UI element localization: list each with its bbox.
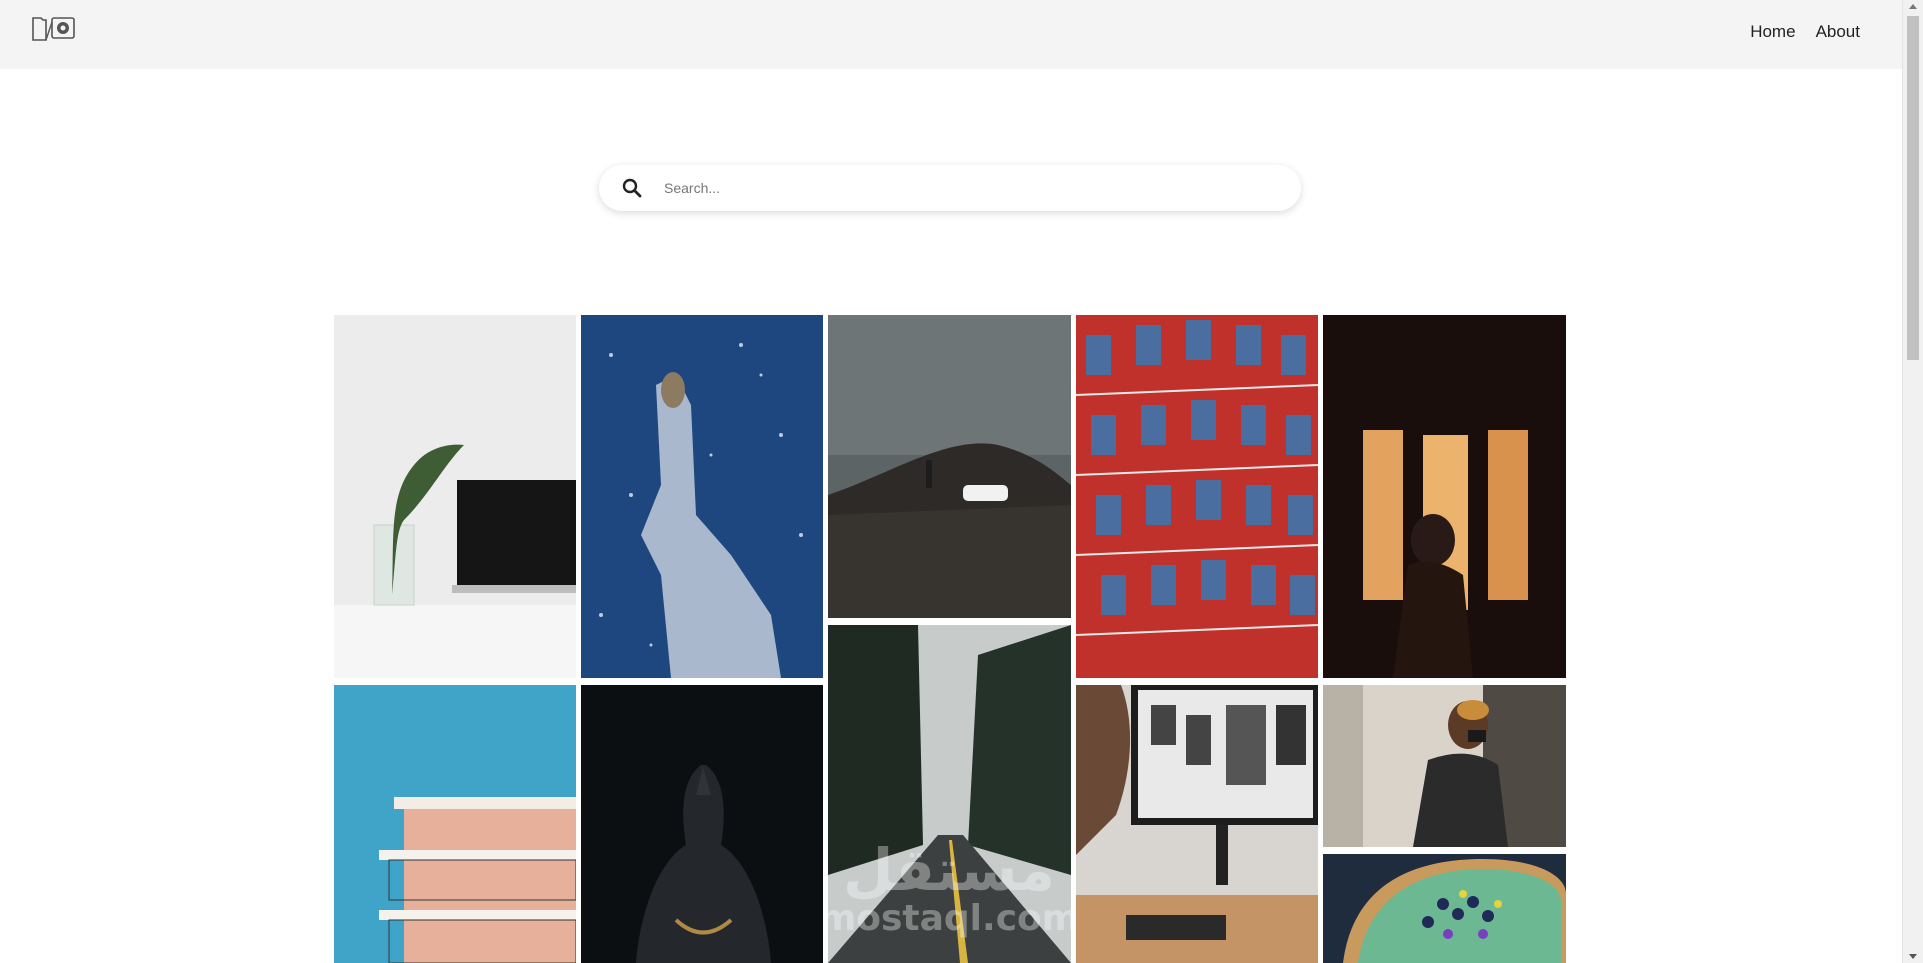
page: Home About Search... مستقل mostaql.com bbox=[0, 0, 1923, 963]
scrollbar-thumb[interactable] bbox=[1907, 16, 1919, 360]
photo-owl-snow[interactable] bbox=[581, 315, 823, 678]
photo-masked-man-door[interactable] bbox=[1323, 685, 1566, 847]
top-navbar: Home About bbox=[0, 0, 1902, 69]
photo-buddha-statue[interactable] bbox=[581, 685, 823, 963]
photo-forest-road[interactable]: مستقل mostaql.com bbox=[828, 625, 1071, 963]
vertical-scrollbar[interactable] bbox=[1902, 0, 1923, 963]
photo-designer-monitor[interactable] bbox=[1076, 685, 1318, 963]
search-input[interactable] bbox=[664, 165, 1274, 211]
nav-about-link[interactable]: About bbox=[1816, 22, 1860, 42]
photo-gallery: مستقل mostaql.com bbox=[334, 315, 1566, 963]
scroll-up-arrow-icon[interactable] bbox=[1909, 4, 1917, 9]
photo-plant-laptop[interactable] bbox=[334, 315, 576, 678]
watermark-latin: mostaql.com bbox=[828, 898, 1071, 939]
photo-car-hill[interactable] bbox=[828, 315, 1071, 618]
nav-home-link[interactable]: Home bbox=[1750, 22, 1795, 42]
photo-red-building[interactable] bbox=[1076, 315, 1318, 678]
camera-folder-logo-icon[interactable] bbox=[30, 14, 78, 44]
photo-berry-tart[interactable] bbox=[1323, 854, 1566, 963]
photo-window-silhouette[interactable] bbox=[1323, 315, 1566, 678]
photo-pink-building[interactable] bbox=[334, 685, 576, 963]
watermark-arabic: مستقل bbox=[843, 836, 1055, 904]
search-bar[interactable] bbox=[599, 165, 1301, 211]
scroll-down-arrow-icon[interactable] bbox=[1909, 954, 1917, 959]
nav-links: Home About bbox=[1750, 22, 1860, 42]
search-icon[interactable] bbox=[621, 177, 643, 199]
